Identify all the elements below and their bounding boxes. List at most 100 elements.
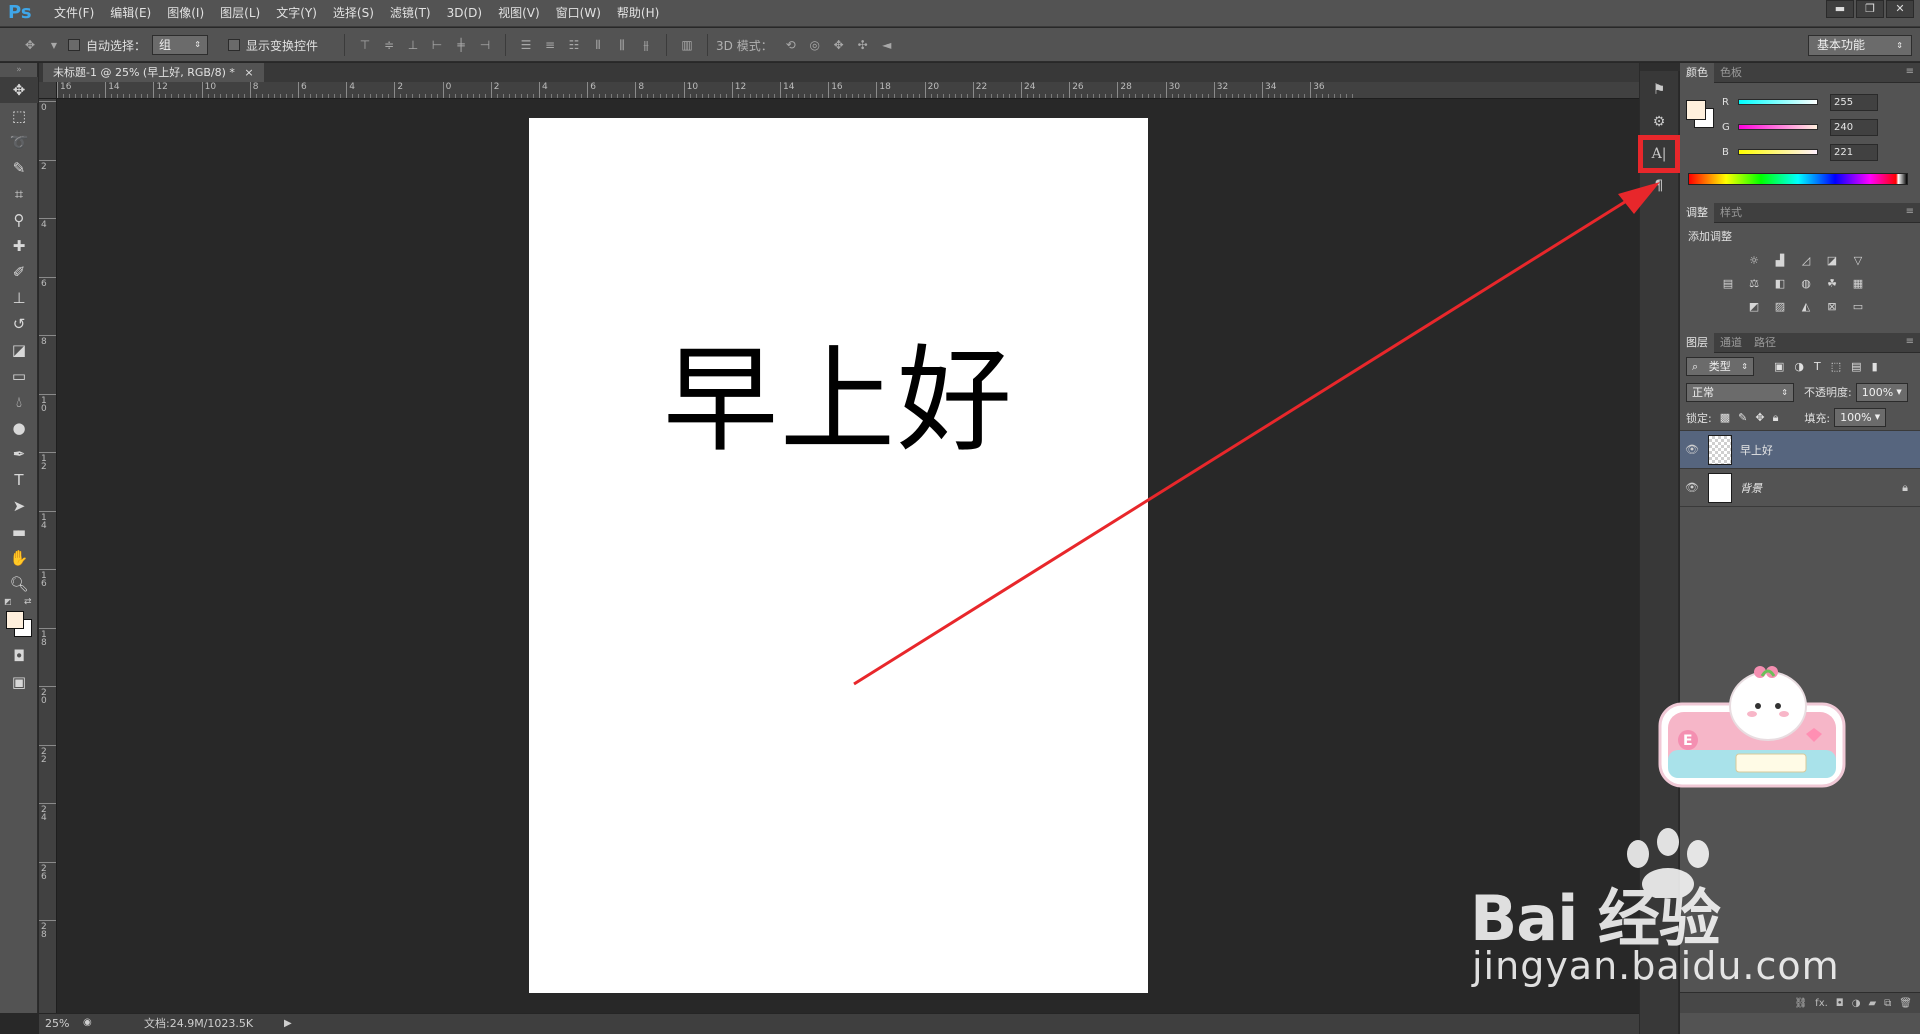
dock-collapse[interactable] (1640, 63, 1680, 71)
filter-shape-icon[interactable]: ⬚ (1831, 360, 1841, 373)
align-vcenter-icon[interactable]: ≑ (381, 37, 397, 53)
distribute-left-icon[interactable]: ⫴ (590, 37, 606, 53)
tab-channels[interactable]: 通道 (1714, 333, 1748, 353)
character-panel-icon[interactable]: A| (1638, 135, 1680, 173)
zoom-level[interactable]: 25% (45, 1017, 69, 1031)
black-white-icon[interactable]: ◧ (1772, 276, 1788, 290)
levels-icon[interactable]: ▟ (1772, 253, 1788, 267)
layer-row-background[interactable]: 👁︎ 背景 🔒︎ (1680, 469, 1920, 507)
panel-menu-icon[interactable]: ≡ (1906, 206, 1914, 217)
color-lookup-icon[interactable]: ▦ (1850, 276, 1866, 290)
filter-smart-icon[interactable]: ▤ (1851, 360, 1861, 373)
shape-tool-icon[interactable]: ▬ (0, 519, 38, 545)
color-balance-icon[interactable]: ⚖ (1746, 276, 1762, 290)
menu-file[interactable]: 文件(F) (46, 0, 102, 27)
menu-select[interactable]: 选择(S) (325, 0, 382, 27)
distribute-hcenter-icon[interactable]: ⫼ (614, 37, 630, 53)
close-tab-icon[interactable]: × (244, 66, 253, 79)
foreground-color[interactable] (6, 611, 24, 629)
status-menu-arrow[interactable]: ▶ (284, 1017, 292, 1031)
tab-layers[interactable]: 图层 (1680, 332, 1714, 353)
fill-input[interactable]: 100% ▼ (1834, 408, 1887, 427)
layer-name[interactable]: 背景 (1740, 480, 1762, 496)
default-colors-icon[interactable]: ◩ (4, 597, 12, 606)
type-tool-icon[interactable]: T (0, 467, 38, 493)
vertical-ruler[interactable]: 0 2 4 6 8 10 12 14 16 18 20 22 24 26 28 (39, 99, 57, 1013)
auto-select-dropdown[interactable]: 组 ⇕ (152, 35, 208, 55)
quick-mask-icon[interactable]: ◘ (0, 643, 38, 669)
eye-icon[interactable]: 👁︎ (1680, 443, 1704, 456)
screen-mode-icon[interactable]: ▣ (0, 669, 38, 695)
filter-adjustment-icon[interactable]: ◑ (1794, 360, 1804, 373)
restore-button[interactable]: ❐ (1856, 0, 1884, 18)
menu-edit[interactable]: 编辑(E) (102, 0, 159, 27)
blur-tool-icon[interactable]: 💧︎ (0, 389, 38, 415)
menu-help[interactable]: 帮助(H) (609, 0, 667, 27)
status-icon[interactable]: ◉ (83, 1017, 92, 1028)
distribute-bottom-icon[interactable]: ☷ (566, 37, 582, 53)
move-tool-icon[interactable]: ✥ (0, 77, 38, 103)
eye-icon[interactable]: 👁︎ (1680, 481, 1704, 494)
layer-name[interactable]: 早上好 (1740, 442, 1773, 458)
history-brush-tool-icon[interactable]: ↺ (0, 311, 38, 337)
canvas-area[interactable]: 早上好 (58, 99, 1639, 1013)
lock-pixels-icon[interactable]: ✎ (1738, 411, 1747, 424)
channel-mixer-icon[interactable]: ☘ (1824, 276, 1840, 290)
tab-styles[interactable]: 样式 (1714, 203, 1748, 223)
marquee-tool-icon[interactable]: ⬚ (0, 103, 38, 129)
menu-view[interactable]: 视图(V) (490, 0, 548, 27)
properties-panel-icon[interactable]: ⚙ (1644, 109, 1674, 135)
menu-3d[interactable]: 3D(D) (439, 0, 490, 27)
auto-align-icon[interactable]: ▥ (679, 37, 695, 53)
color-spectrum-ramp[interactable] (1688, 173, 1908, 185)
filter-pixel-icon[interactable]: ▣ (1774, 360, 1784, 373)
crop-tool-icon[interactable]: ⌗ (0, 181, 38, 207)
roll-3d-icon[interactable]: ◎ (807, 37, 823, 53)
filter-type-icon[interactable]: T (1814, 360, 1821, 373)
horizontal-ruler[interactable]: 16 14 12 10 8 6 4 2 0 2 4 6 8 10 12 14 16 18 20 22 24 26 28 30 3… (57, 82, 1639, 99)
menu-filter[interactable]: 滤镜(T) (382, 0, 439, 27)
red-channel-value[interactable]: 255 (1830, 93, 1878, 111)
pan-3d-icon[interactable]: ✥ (831, 37, 847, 53)
healing-brush-tool-icon[interactable]: ✚ (0, 233, 38, 259)
filter-toggle-icon[interactable]: ▮ (1872, 360, 1878, 373)
panel-menu-icon[interactable]: ≡ (1906, 336, 1914, 347)
distribute-vcenter-icon[interactable]: ≡ (542, 37, 558, 53)
rotate-3d-icon[interactable]: ⟲ (783, 37, 799, 53)
swap-colors-icon[interactable]: ⇄ (24, 597, 32, 607)
distribute-top-icon[interactable]: ☰ (518, 37, 534, 53)
zoom-tool-icon[interactable]: 🔍︎ (0, 571, 38, 597)
selective-color-icon[interactable]: ⊠ (1824, 299, 1840, 313)
green-channel-value[interactable]: 240 (1830, 118, 1878, 136)
color-panel-foreground[interactable] (1686, 100, 1706, 120)
brush-tool-icon[interactable]: ✐ (0, 259, 38, 285)
minimize-button[interactable]: ▬ (1826, 0, 1854, 18)
blue-channel-value[interactable]: 221 (1830, 143, 1878, 161)
blend-mode-dropdown[interactable]: 正常 ⇕ (1686, 382, 1794, 402)
lock-transparent-icon[interactable]: ▩ (1720, 411, 1730, 424)
workspace-dropdown[interactable]: 基本功能 ⇕ (1808, 35, 1912, 56)
brightness-icon[interactable]: ☼ (1746, 253, 1762, 267)
tab-paths[interactable]: 路径 (1748, 333, 1782, 353)
vibrance-icon[interactable]: ▽ (1850, 253, 1866, 267)
tab-adjustments[interactable]: 调整 (1680, 202, 1714, 223)
paragraph-panel-icon[interactable]: ¶ (1644, 173, 1674, 199)
align-hcenter-icon[interactable]: ╪ (453, 37, 469, 53)
canvas-text-layer[interactable]: 早上好 (529, 308, 1148, 474)
scale-3d-icon[interactable]: ◄ (879, 37, 895, 53)
align-bottom-icon[interactable]: ⊥ (405, 37, 421, 53)
gradient-tool-icon[interactable]: ▭ (0, 363, 38, 389)
dodge-tool-icon[interactable]: ● (0, 415, 38, 441)
close-button[interactable]: ✕ (1886, 0, 1914, 18)
gradient-map-icon[interactable]: ▭ (1850, 299, 1866, 313)
path-select-tool-icon[interactable]: ➤ (0, 493, 38, 519)
auto-select-checkbox[interactable] (68, 39, 80, 51)
menu-layer[interactable]: 图层(L) (212, 0, 268, 27)
align-right-icon[interactable]: ⊣ (477, 37, 493, 53)
history-panel-icon[interactable]: ⚑ (1644, 77, 1674, 103)
ruler-origin[interactable] (39, 82, 57, 99)
hue-saturation-icon[interactable]: ▤ (1720, 276, 1736, 290)
layer-row-text[interactable]: 👁︎ 早上好 (1680, 431, 1920, 469)
lasso-tool-icon[interactable]: ➰ (0, 129, 38, 155)
align-top-icon[interactable]: ⊤ (357, 37, 373, 53)
